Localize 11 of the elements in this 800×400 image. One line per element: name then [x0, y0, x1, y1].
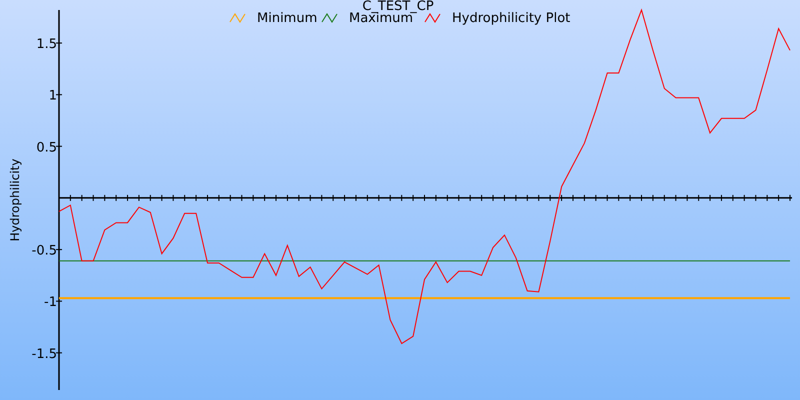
chart-title: C_TEST_CP — [362, 0, 434, 14]
axis-tick-label: -0.5 — [32, 244, 57, 259]
legend-label: Hydrophilicity Plot — [452, 11, 570, 26]
legend-label: Minimum — [257, 11, 318, 26]
axis-tick-label: -1.5 — [32, 346, 57, 362]
axis-tick-label: 1.5 — [36, 37, 57, 52]
axis-tick-label: -1 — [44, 295, 57, 310]
axis-tick-label: 1 — [48, 88, 57, 104]
legend-label: Maximum — [349, 11, 414, 26]
axis-title: Hydrophilicity — [8, 158, 22, 242]
axis-tick-label: 0.5 — [36, 140, 57, 156]
